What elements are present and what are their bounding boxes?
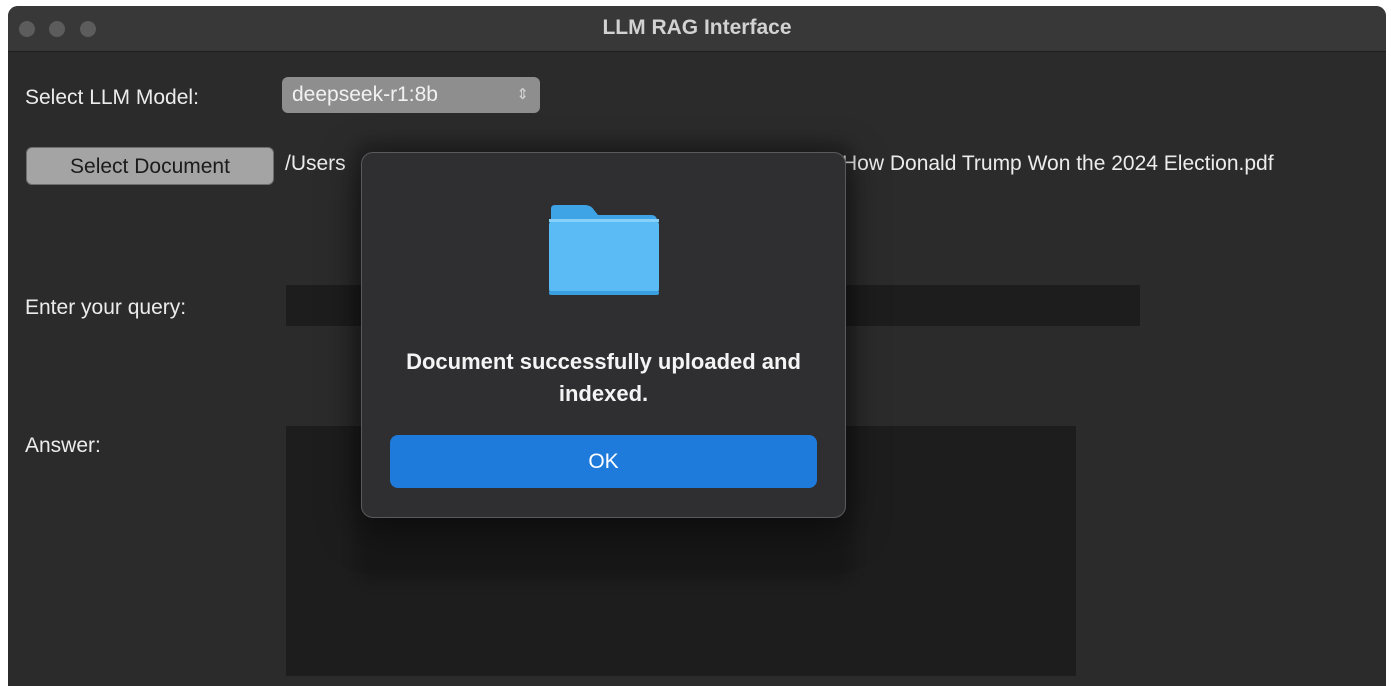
answer-label: Answer:	[25, 434, 101, 457]
window-title: LLM RAG Interface	[602, 16, 792, 39]
document-path-end: How Donald Trump Won the 2024 Election.p…	[842, 152, 1274, 175]
ok-button[interactable]: OK	[390, 435, 817, 488]
title-bar: LLM RAG Interface	[8, 6, 1386, 52]
model-label: Select LLM Model:	[25, 86, 199, 109]
folder-icon	[549, 205, 659, 295]
select-document-button[interactable]: Select Document	[26, 147, 274, 185]
model-select[interactable]: deepseek-r1:8b ⇕	[282, 77, 540, 113]
upload-success-dialog: Document successfully uploaded and index…	[361, 152, 846, 518]
dialog-message: Document successfully uploaded and index…	[406, 349, 801, 406]
document-path-start: /Users	[285, 152, 346, 175]
app-window: LLM RAG Interface Select LLM Model: deep…	[8, 6, 1386, 686]
chevron-updown-icon: ⇕	[516, 86, 529, 103]
model-select-value: deepseek-r1:8b	[292, 83, 438, 106]
query-label: Enter your query:	[25, 296, 187, 319]
